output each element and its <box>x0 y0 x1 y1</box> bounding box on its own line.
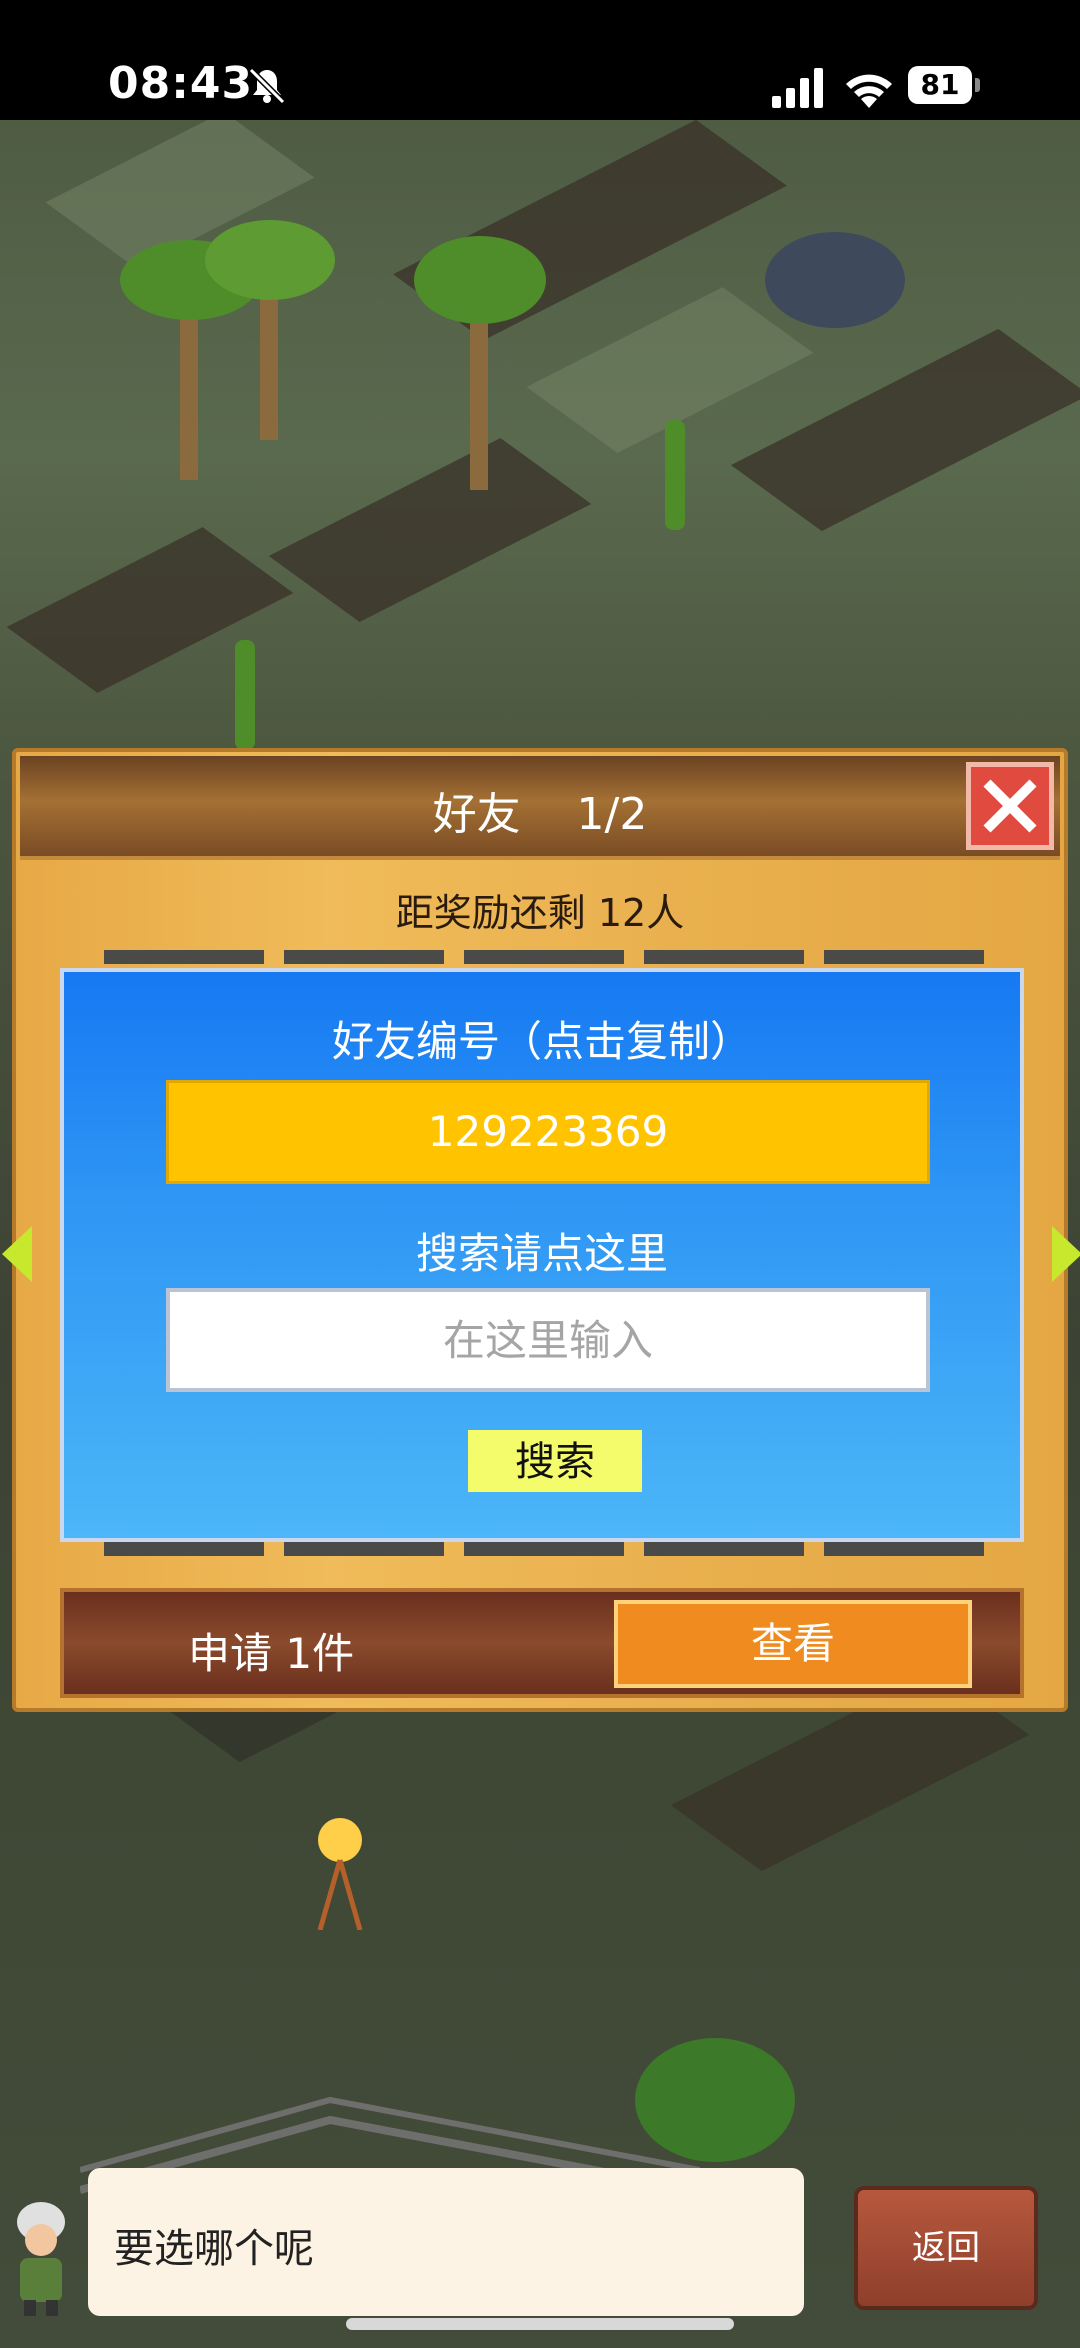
cactus-icon <box>235 640 255 750</box>
friend-dialog: 好友 1/2 距奖励还剩 12人 好友编号（点击复制） 129223369 搜索… <box>2 748 1080 1712</box>
search-input[interactable] <box>166 1288 930 1392</box>
friend-request-bar: 申请 1件 查看 <box>60 1588 1024 1698</box>
reward-remaining-text: 距奖励还剩 12人 <box>395 891 685 935</box>
character-avatar <box>17 2202 65 2316</box>
battery-icon: 81 <box>908 66 980 106</box>
chevron-right-icon[interactable] <box>1052 1226 1080 1282</box>
back-button[interactable]: 返回 <box>854 2186 1038 2310</box>
cellular-signal-icon <box>772 68 823 108</box>
chevron-left-icon[interactable] <box>2 1226 32 1282</box>
search-label: 搜索请点这里 <box>415 1229 668 1278</box>
bell-slash-icon <box>248 67 286 105</box>
slot-row-bottom <box>64 1542 998 1556</box>
battery-level: 81 <box>920 68 960 101</box>
wifi-icon <box>846 74 892 108</box>
close-icon <box>983 779 1037 833</box>
home-indicator[interactable] <box>346 2318 734 2330</box>
friend-id-label: 好友编号（点击复制） <box>331 1017 752 1066</box>
friend-id-panel: 好友编号（点击复制） 129223369 搜索请点这里 搜索 <box>60 968 1024 1542</box>
request-count-text: 申请 1件 <box>188 1629 355 1678</box>
dialog-title: 好友 1/2 <box>432 789 648 840</box>
dialog-header: 好友 1/2 <box>20 756 1060 860</box>
palm-tree-icon <box>414 236 546 490</box>
search-button[interactable]: 搜索 <box>468 1430 642 1492</box>
view-requests-button[interactable]: 查看 <box>614 1600 972 1688</box>
cactus-icon <box>665 420 685 530</box>
close-button[interactable] <box>966 762 1054 850</box>
speech-bubble: 要选哪个呢 <box>88 2168 804 2316</box>
speech-text: 要选哪个呢 <box>114 2226 314 2272</box>
rock-icon <box>765 232 905 328</box>
status-time: 08:43 <box>108 58 254 109</box>
friend-id-copy-button[interactable]: 129223369 <box>166 1080 930 1184</box>
torch-icon <box>317 1818 363 1930</box>
status-bar: 08:43 81 <box>0 0 1080 120</box>
slot-row-top <box>64 950 998 964</box>
palm-tree-icon <box>120 220 335 480</box>
